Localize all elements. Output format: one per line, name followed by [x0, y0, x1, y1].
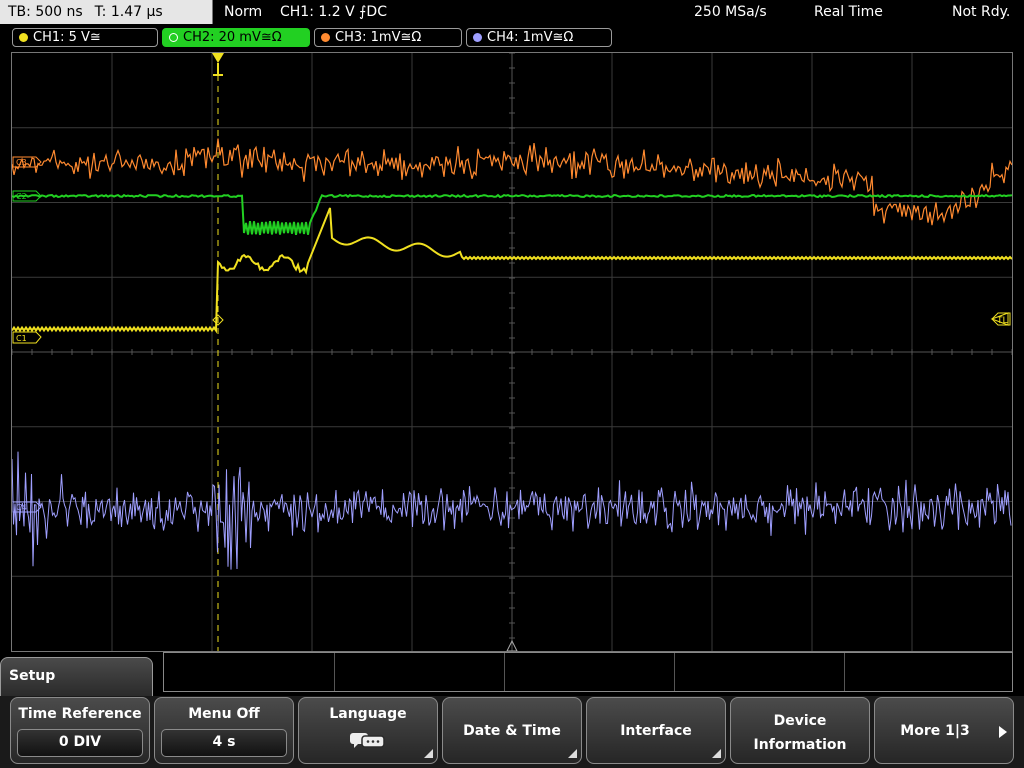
channel-tab-label: CH3: 1mV≅Ω	[335, 30, 422, 45]
ch3-offset-marker[interactable]: C3	[12, 156, 42, 168]
softkey-label: More 1|3	[900, 723, 970, 739]
channel-tab-ch1[interactable]: CH1: 5 V≅	[12, 28, 158, 47]
menu-off-softkey[interactable]: Menu Off 4 s	[154, 697, 294, 764]
speech-bubble-icon	[299, 730, 437, 754]
svg-text:C2: C2	[16, 192, 27, 201]
ch1-offset-marker[interactable]: C1	[12, 331, 42, 344]
waveform-graticule: C3 C2 C1 C4 TL	[12, 53, 1012, 651]
acquisition-mode[interactable]: Real Time	[814, 0, 883, 24]
trigger-mode[interactable]: Norm	[224, 0, 262, 24]
timebase-readout: TB: 500 ns	[8, 4, 83, 20]
channel-tab-label: CH4: 1mV≅Ω	[487, 30, 574, 45]
graticule-grid	[12, 53, 1012, 651]
device-information-softkey[interactable]: Device Information	[730, 697, 870, 764]
trigger-position-marker[interactable]	[212, 53, 224, 76]
menu-title-tab[interactable]: Setup	[0, 657, 153, 697]
time-reference-softkey[interactable]: Time Reference 0 DIV	[10, 697, 150, 764]
trigger-setting[interactable]: CH1: 1.2 V ⨍DC	[280, 0, 387, 24]
next-page-icon	[999, 726, 1007, 738]
sample-rate: 250 MSa/s	[694, 4, 767, 20]
channel-dot-icon	[169, 33, 178, 42]
channel-tab-ch2[interactable]: CH2: 20 mV≅Ω	[162, 28, 310, 47]
menu-title: Setup	[9, 668, 56, 684]
svg-text:C3: C3	[16, 158, 27, 167]
timebase-box[interactable]: TB: 500 ns T: 1.47 µs	[0, 0, 213, 24]
channel-tab-ch3[interactable]: CH3: 1mV≅Ω	[314, 28, 462, 47]
channel-tab-ch4[interactable]: CH4: 1mV≅Ω	[466, 28, 612, 47]
interface-softkey[interactable]: Interface	[586, 697, 726, 764]
menu-off-value: 4 s	[161, 729, 287, 757]
channel-dot-icon	[19, 33, 28, 42]
status-bar: TB: 500 ns T: 1.47 µs Norm CH1: 1.2 V ⨍DC…	[0, 0, 1024, 25]
trigger-time-readout: T: 1.47 µs	[94, 4, 163, 20]
svg-text:C4: C4	[16, 503, 27, 512]
softkey-bar: Time Reference 0 DIV Menu Off 4 s Langua…	[0, 696, 1024, 768]
language-softkey[interactable]: Language	[298, 697, 438, 764]
submenu-indicator-icon	[568, 749, 577, 758]
channel-dot-icon	[473, 33, 482, 42]
channel-dot-icon	[321, 33, 330, 42]
softkey-label-line2: Information	[753, 737, 847, 753]
svg-text:C1: C1	[16, 334, 27, 343]
channel-tab-label: CH1: 5 V≅	[33, 30, 101, 45]
channel-tab-label: CH2: 20 mV≅Ω	[183, 30, 282, 45]
softkey-label: Date & Time	[463, 723, 561, 739]
time-reference-value: 0 DIV	[17, 729, 143, 757]
softkey-label: Device	[773, 713, 827, 729]
more-softkey[interactable]: More 1|3	[874, 697, 1014, 764]
date-time-softkey[interactable]: Date & Time	[442, 697, 582, 764]
trigger-level-marker[interactable]: TL	[990, 312, 1011, 326]
softkey-label: Interface	[620, 723, 692, 739]
softkey-label: Language	[329, 706, 407, 722]
submenu-indicator-icon	[712, 749, 721, 758]
menu-strip	[163, 652, 1013, 692]
svg-text:TL: TL	[996, 316, 1008, 326]
softkey-label: Menu Off	[188, 706, 260, 722]
softkey-label: Time Reference	[18, 706, 142, 722]
acquisition-status: Not Rdy.	[952, 4, 1011, 20]
submenu-indicator-icon	[424, 749, 433, 758]
waveform-display[interactable]: C3 C2 C1 C4 TL	[11, 52, 1013, 652]
